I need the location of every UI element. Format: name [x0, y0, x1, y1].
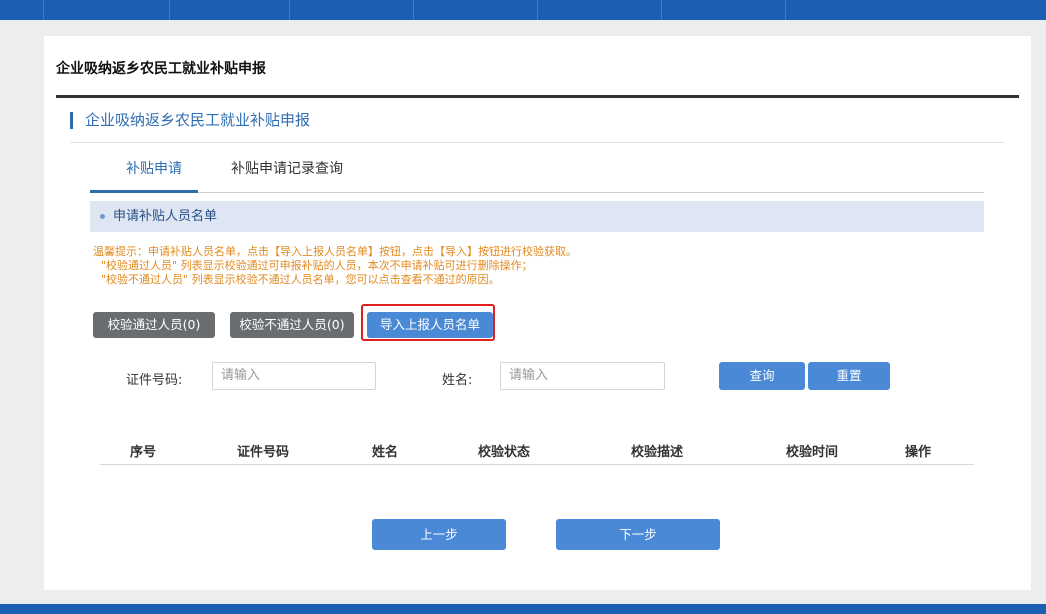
tip-line: "校验不通过人员" 列表显示校验不通过人员名单，您可以点击查看不通过的原因。	[101, 273, 500, 286]
column-header: 校验状态	[478, 445, 531, 460]
bullet-dot-icon	[100, 214, 105, 219]
tip-line: 温馨提示：申请补贴人员名单，点击【导入上报人员名单】按钮，点击【导入】按钮进行校…	[93, 245, 577, 258]
next-step-button[interactable]: 下一步	[556, 519, 720, 550]
header-segment	[538, 0, 662, 20]
tips-text: 温馨提示：申请补贴人员名单，点击【导入上报人员名单】按钮，点击【导入】按钮进行校…	[93, 245, 577, 287]
main-panel: 企业吸纳返乡农民工就业补贴申报 企业吸纳返乡农民工就业补贴申报 补贴申请 补贴申…	[44, 36, 1031, 590]
active-tab-indicator	[90, 190, 198, 193]
column-header: 证件号码	[237, 445, 290, 460]
column-header: 姓名	[372, 445, 399, 460]
name-input[interactable]: 请输入	[500, 362, 665, 390]
column-header: 校验时间	[786, 445, 839, 460]
section-divider	[70, 142, 1004, 143]
query-button[interactable]: 查询	[719, 362, 805, 390]
tab-apply-records[interactable]: 补贴申请记录查询	[231, 158, 343, 178]
table-header: 序号 证件号码 姓名 校验状态 校验描述 校验时间 操作	[100, 433, 974, 465]
header-segment	[662, 0, 786, 20]
previous-step-button[interactable]: 上一步	[372, 519, 506, 550]
page-title: 企业吸纳返乡农民工就业补贴申报	[56, 61, 266, 77]
title-divider	[56, 95, 1019, 98]
section-title: 企业吸纳返乡农民工就业补贴申报	[70, 112, 310, 129]
id-number-input[interactable]: 请输入	[212, 362, 376, 390]
header-segment	[44, 0, 170, 20]
column-header: 操作	[905, 445, 932, 460]
header-segment	[0, 0, 44, 20]
reset-button[interactable]: 重置	[808, 362, 890, 390]
tab-bar: 补贴申请 补贴申请记录查询	[90, 155, 984, 193]
column-header: 序号	[130, 445, 157, 460]
column-header: 校验描述	[631, 445, 684, 460]
tab-subsidy-apply[interactable]: 补贴申请	[126, 158, 182, 178]
tip-line: "校验通过人员" 列表显示校验通过可申报补贴的人员，本次不申请补贴可进行删除操作…	[101, 259, 533, 272]
failed-people-button[interactable]: 校验不通过人员(0)	[230, 312, 354, 338]
import-roster-button[interactable]: 导入上报人员名单	[367, 312, 493, 338]
roster-subheader: 申请补贴人员名单	[90, 201, 984, 232]
header-segment	[414, 0, 538, 20]
name-label: 姓名:	[442, 373, 473, 388]
id-number-label: 证件号码:	[126, 373, 183, 388]
roster-subheader-label: 申请补贴人员名单	[113, 209, 218, 224]
header-segment	[290, 0, 414, 20]
bottom-bar	[0, 604, 1046, 614]
header-segment	[170, 0, 290, 20]
passed-people-button[interactable]: 校验通过人员(0)	[93, 312, 215, 338]
top-header-bar	[0, 0, 1046, 20]
